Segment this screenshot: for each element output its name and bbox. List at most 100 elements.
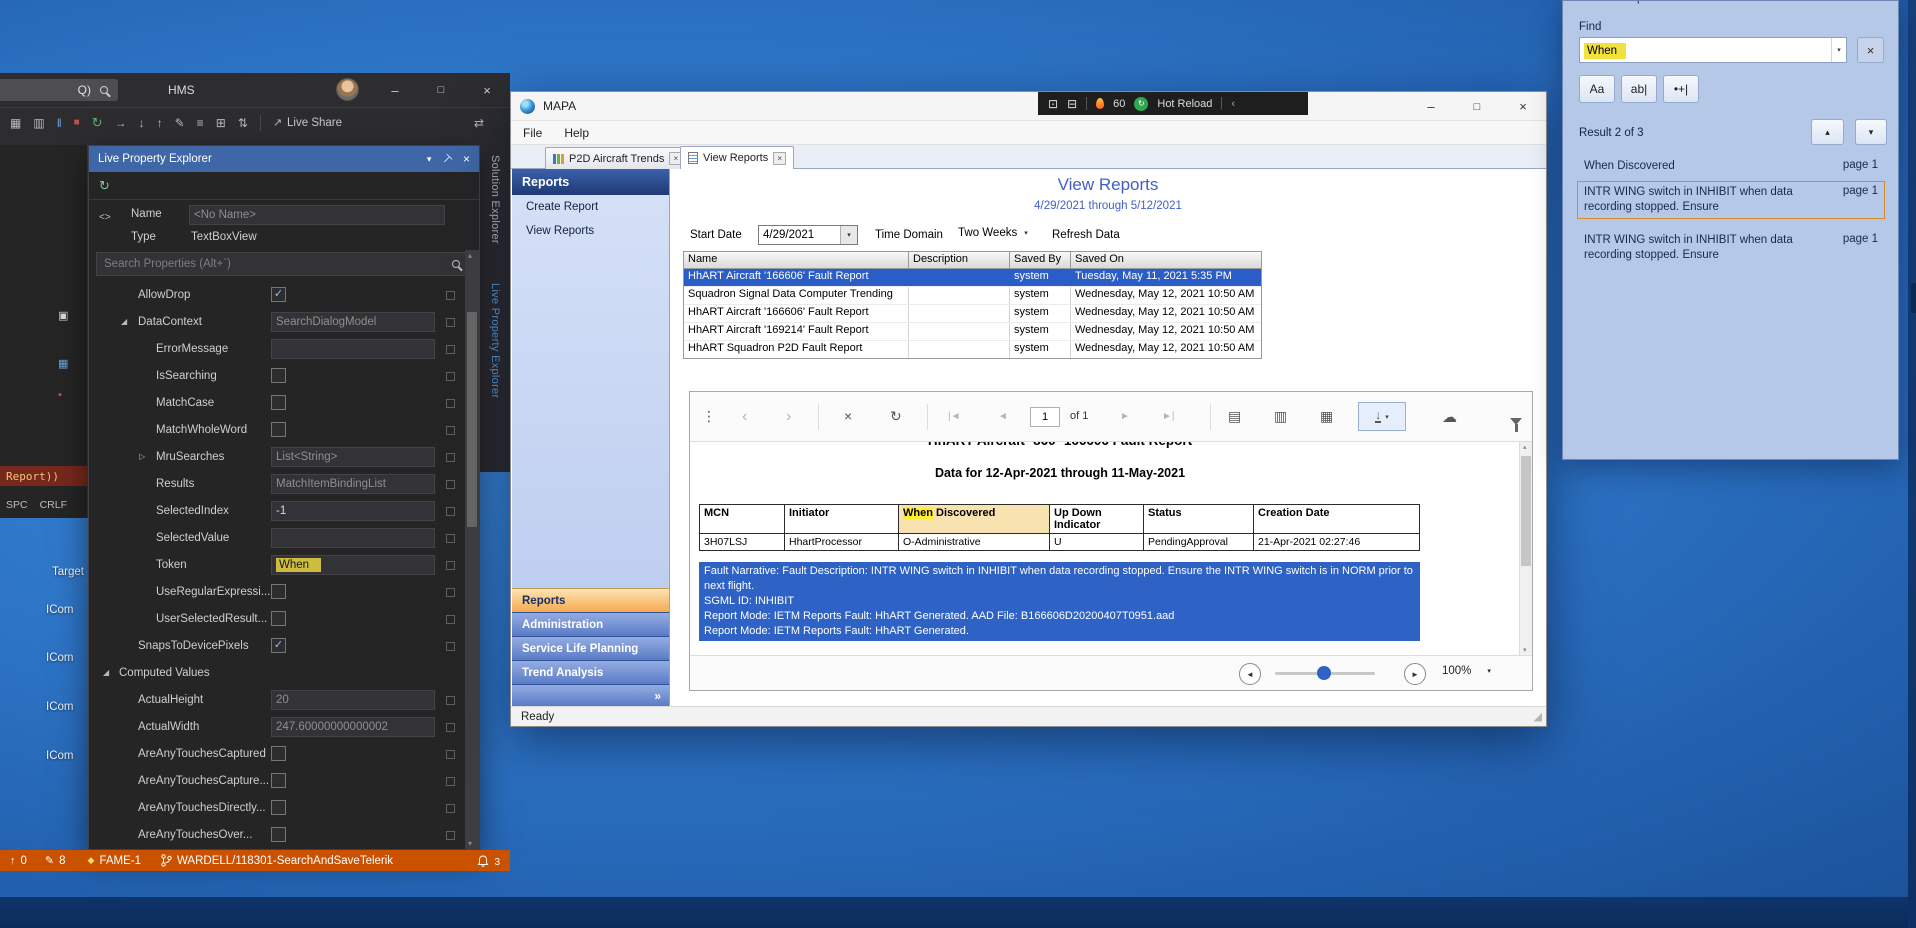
checkbox[interactable] [271,584,286,599]
page-number-input[interactable]: 1 [1030,407,1060,427]
next-result-button[interactable]: ▾ [1855,119,1887,145]
fault-narrative-selection[interactable]: Fault Narrative: Fault Description: INTR… [699,562,1420,641]
grid-col-description[interactable]: Description [909,252,1010,269]
minimize-icon[interactable]: – [1408,92,1454,121]
refresh-data-button[interactable]: Refresh Data [1052,229,1120,241]
refresh-icon[interactable]: ↻ [890,408,902,425]
last-page-icon[interactable]: ►| [1162,411,1175,422]
nav-group-administration[interactable]: Administration [512,612,669,636]
maximize-icon[interactable]: □ [1454,92,1500,121]
property-row[interactable]: AreAnyTouchesCapture... [89,768,465,795]
window-menu-icon[interactable]: ▾ [427,154,432,165]
item-blue-icon[interactable]: ▦ [58,357,68,370]
time-domain-select[interactable]: Two Weeks ▾ [958,227,1028,239]
zoom-in-button[interactable]: ► [1404,663,1426,685]
layout-adorners-icon[interactable]: ⊟ [1067,97,1077,111]
expander-icon[interactable]: ◢ [121,317,127,326]
print-icon[interactable]: ▦ [1320,408,1333,425]
filter-icon[interactable] [1510,418,1522,425]
binding-box[interactable] [446,534,455,543]
grid-row[interactable]: HhART Aircraft '169214' Fault Report sys… [684,323,1261,341]
zoom-level-select[interactable]: 100% ▾ [1442,665,1491,677]
start-date-field[interactable]: 4/29/2021 ▾ [758,225,858,245]
scroll-up-icon[interactable]: ▴ [1523,443,1527,451]
project-name[interactable]: FAME-1 [99,855,141,867]
property-row[interactable]: ▷ MruSearches List<String> [89,444,465,471]
list-icon[interactable]: ≡ [197,116,204,130]
picture-alt-icon[interactable]: ▥ [33,116,44,130]
binding-box[interactable] [446,453,455,462]
step-into-icon[interactable]: ↓ [139,116,145,130]
binding-box[interactable] [446,804,455,813]
binding-box[interactable] [446,615,455,624]
live-share-button[interactable]: ↗ Live Share [273,116,342,129]
resize-grip[interactable]: ◢ [1534,710,1542,723]
checkbox[interactable] [271,422,286,437]
binding-box[interactable] [446,750,455,759]
cancel-icon[interactable]: × [844,408,852,424]
find-history-dropdown-icon[interactable]: ▾ [1831,38,1846,62]
picture-icon[interactable]: ▦ [10,116,21,130]
find-input[interactable]: When ▾ [1579,37,1847,63]
property-value[interactable]: List<String> [271,447,435,467]
item-icon[interactable]: ▣ [58,309,68,322]
property-value[interactable]: 20 [271,690,435,710]
pen-icon[interactable]: ✎ [175,116,185,130]
property-value[interactable] [271,528,435,548]
scroll-down-icon[interactable]: ▾ [468,839,472,848]
checkbox[interactable] [271,827,286,842]
binding-box[interactable] [446,345,455,354]
binding-box[interactable] [446,318,455,327]
viewer-scrollbar[interactable]: ▴ ▾ [1519,442,1532,655]
checkbox[interactable] [271,395,286,410]
property-row[interactable]: ActualWidth 247.60000000000002 [89,714,465,741]
continue-icon[interactable]: → [115,116,127,130]
history-forward-icon[interactable]: › [786,408,791,426]
date-dropdown-icon[interactable]: ▾ [840,226,857,244]
outgoing-count[interactable]: 0 [21,855,27,867]
vs-hms-button[interactable]: HMS [168,83,195,97]
first-page-icon[interactable]: |◄ [948,411,961,422]
element-picker-icon[interactable]: ⊡ [1048,97,1058,111]
menu-kebab-icon[interactable]: ⋮ [702,408,716,425]
publish-icon[interactable]: ☁ [1442,408,1457,426]
prev-result-button[interactable]: ▴ [1811,119,1844,145]
desktop-icon-label[interactable]: ICom [46,604,73,616]
binding-box[interactable] [446,588,455,597]
property-row[interactable]: ◢ DataContext SearchDialogModel [89,309,465,336]
prev-page-icon[interactable]: ◄ [998,411,1008,422]
desktop-icon-label[interactable]: ICom [46,652,73,664]
binding-box[interactable] [446,696,455,705]
tab-p2d-aircraft-trends[interactable]: P2D Aircraft Trends × [545,147,690,169]
checkbox[interactable] [271,638,286,653]
grid-row[interactable]: HhART Aircraft '166606' Fault Report sys… [684,269,1261,287]
print-preview-icon[interactable]: ▤ [1228,408,1241,425]
edge-notch[interactable] [1911,283,1916,313]
desktop-icon-label[interactable]: Target [52,566,84,578]
property-row[interactable]: ErrorMessage [89,336,465,363]
match-case-button[interactable]: Aa [1579,75,1615,103]
grid-col-saved-by[interactable]: Saved By [1010,252,1071,269]
nav-item-create-report[interactable]: Create Report [512,195,669,219]
grid-icon[interactable]: ⊞ [216,116,226,130]
grid-col-saved-on[interactable]: Saved On [1071,252,1261,269]
close-tab-icon[interactable]: × [773,152,786,165]
whole-word-button[interactable]: ab| [1621,75,1657,103]
binding-box[interactable] [446,399,455,408]
pause-icon[interactable]: ‖ [57,116,62,130]
binding-box[interactable] [446,291,455,300]
checkbox[interactable] [271,287,286,302]
nav-overflow-strip[interactable]: » [512,684,669,706]
swap-icon[interactable]: ⇅ [238,116,248,130]
zoom-out-button[interactable]: ◄ [1239,663,1261,685]
zoom-slider-thumb[interactable] [1317,666,1331,680]
regex-button[interactable]: •+| [1663,75,1699,103]
property-row[interactable]: MatchWholeWord [89,417,465,444]
minimize-icon[interactable]: – [372,73,418,107]
lpe-scrollbar[interactable]: ▴ ▾ [465,250,479,849]
checkbox[interactable] [271,773,286,788]
property-row[interactable]: ActualHeight 20 [89,687,465,714]
crlf-indicator[interactable]: CRLF [40,499,67,511]
scrollbar-thumb[interactable] [1521,456,1531,566]
desktop-icon-label[interactable]: ICom [46,701,73,713]
